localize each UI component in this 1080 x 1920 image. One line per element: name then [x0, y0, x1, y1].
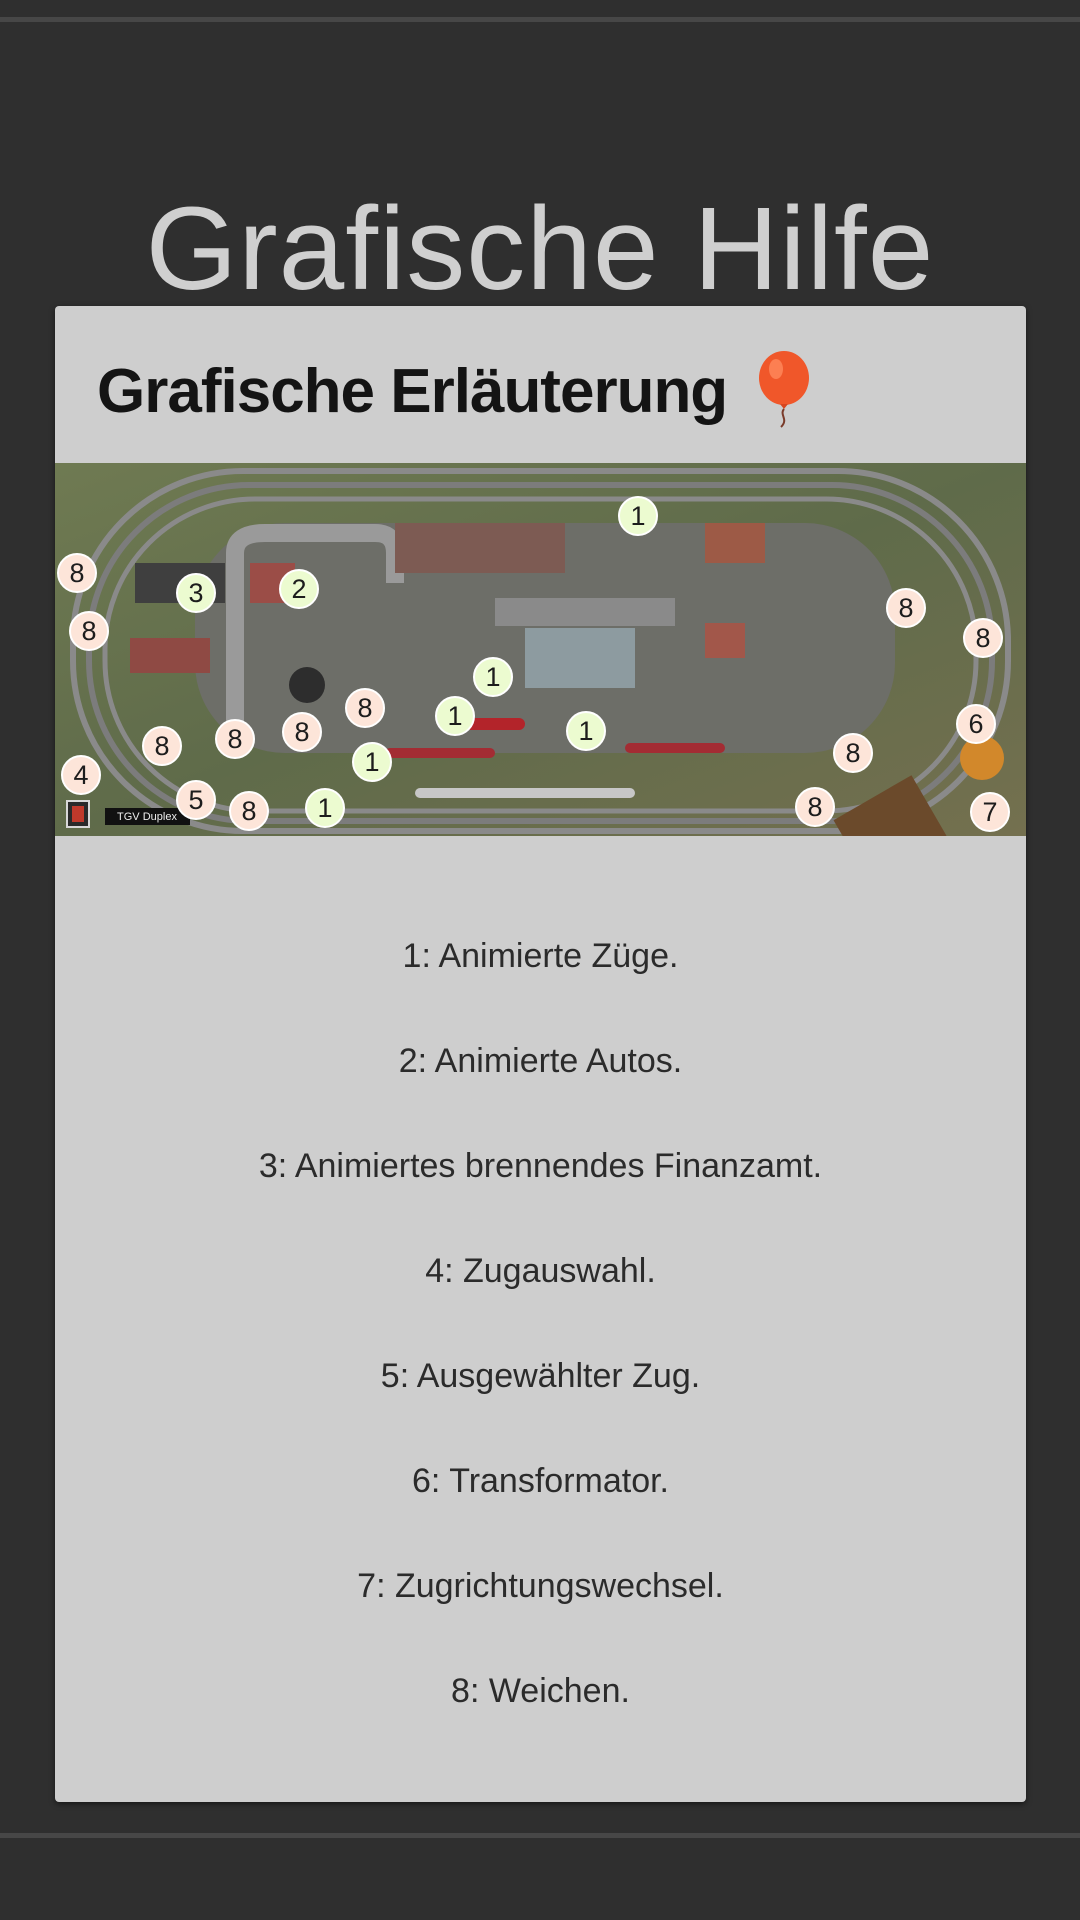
svg-text:1: 1	[317, 793, 332, 823]
svg-text:8: 8	[241, 796, 256, 826]
legend-item: 4: Zugauswahl.	[425, 1252, 656, 1290]
svg-text:8: 8	[357, 693, 372, 723]
marker-8-l[interactable]: 8	[69, 558, 84, 588]
legend-item: 6: Transformator.	[412, 1462, 669, 1500]
card-header: Grafische Erläuterung	[97, 346, 815, 436]
marker-1-a[interactable]: 1	[618, 496, 658, 536]
marker-8-i[interactable]: 8	[229, 791, 269, 831]
svg-text:1: 1	[485, 662, 500, 692]
svg-text:1: 1	[364, 747, 379, 777]
svg-text:8: 8	[227, 724, 242, 754]
svg-text:8: 8	[898, 593, 913, 623]
marker-5[interactable]: 5	[176, 780, 216, 820]
marker-1-f[interactable]: 1	[305, 788, 345, 828]
selected-train-label: TGV Duplex	[117, 811, 177, 823]
legend-item: 2: Animierte Autos.	[398, 1042, 683, 1080]
marker-6[interactable]: 6	[956, 704, 996, 744]
help-card: Grafische Erläuterung TGV Duplex 1 1 1 1…	[55, 306, 1026, 1802]
marker-8-j[interactable]: 8	[833, 733, 873, 773]
marker-8-h[interactable]: 8	[142, 726, 182, 766]
svg-text:3: 3	[188, 578, 203, 608]
svg-text:7: 7	[982, 797, 997, 827]
marker-4[interactable]: 4	[61, 755, 101, 795]
svg-text:5: 5	[188, 785, 203, 815]
marker-8-k[interactable]: 8	[795, 787, 835, 827]
marker-2[interactable]: 2	[279, 569, 319, 609]
svg-text:8: 8	[975, 623, 990, 653]
marker-1-e[interactable]: 1	[352, 742, 392, 782]
legend-item: 7: Zugrichtungswechsel.	[357, 1567, 724, 1605]
bottom-divider	[0, 1833, 1080, 1838]
legend-item: 8: Weichen.	[451, 1672, 630, 1710]
svg-text:8: 8	[81, 616, 96, 646]
svg-text:2: 2	[291, 574, 306, 604]
marker-1-b[interactable]: 1	[473, 657, 513, 697]
svg-text:4: 4	[73, 760, 88, 790]
top-divider	[0, 17, 1080, 22]
marker-7[interactable]: 7	[970, 792, 1010, 832]
marker-8-b[interactable]: 8	[69, 611, 109, 651]
legend-list: 1: Animierte Züge. 2: Animierte Autos. 3…	[55, 926, 1026, 1766]
balloon-icon	[759, 351, 810, 428]
marker-1-d[interactable]: 1	[566, 711, 606, 751]
marker-8-c[interactable]: 8	[886, 588, 926, 628]
svg-text:1: 1	[447, 701, 462, 731]
legend-item: 5: Ausgewählter Zug.	[380, 1357, 701, 1395]
track-layout-image: TGV Duplex 1 1 1 1 1 1 2 3 4 5 6 7 8 8 8…	[55, 463, 1026, 836]
page-title: Grafische Hilfe	[145, 183, 935, 316]
marker-8-f[interactable]: 8	[282, 712, 322, 752]
svg-text:8: 8	[807, 792, 822, 822]
svg-text:1: 1	[630, 501, 645, 531]
legend-item: 3: Animiertes brennendes Finanzamt.	[258, 1147, 823, 1185]
svg-text:8: 8	[845, 738, 860, 768]
svg-text:8: 8	[154, 731, 169, 761]
card-title: Grafische Erläuterung	[97, 356, 728, 426]
marker-3[interactable]: 3	[176, 573, 216, 613]
legend-item: 1: Animierte Züge.	[402, 937, 679, 975]
marker-8-d[interactable]: 8	[963, 618, 1003, 658]
marker-1-c[interactable]: 1	[435, 696, 475, 736]
svg-text:1: 1	[578, 716, 593, 746]
marker-8-g[interactable]: 8	[215, 719, 255, 759]
svg-text:8: 8	[294, 717, 309, 747]
marker-8-e[interactable]: 8	[345, 688, 385, 728]
svg-text:6: 6	[968, 709, 983, 739]
